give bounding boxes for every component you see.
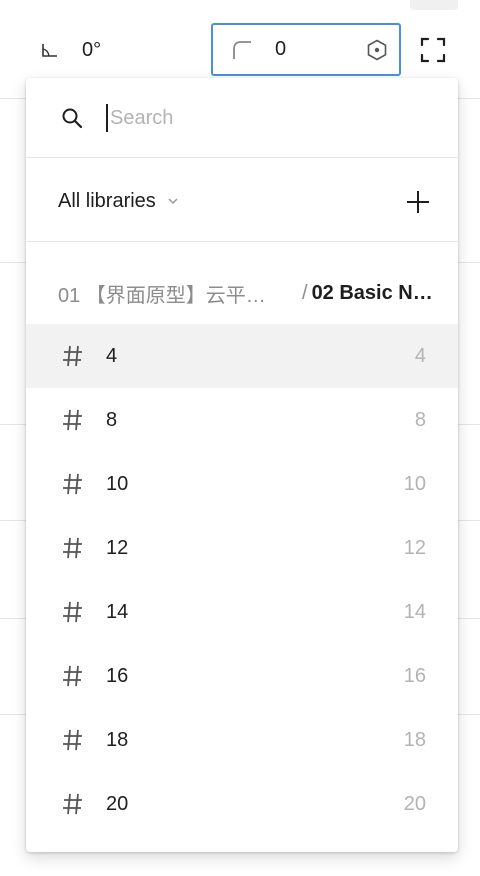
- library-select-label: All libraries: [58, 189, 156, 212]
- breadcrumb-current: 02 Basic N…: [311, 281, 433, 304]
- variable-value: 10: [403, 472, 426, 495]
- variable-item[interactable]: 18 18: [26, 708, 458, 772]
- variable-item[interactable]: 10 10: [26, 452, 458, 516]
- hash-icon: [63, 601, 82, 623]
- hash-icon: [63, 665, 82, 687]
- hash-icon: [63, 473, 82, 495]
- variable-value: 12: [403, 536, 426, 559]
- variable-item[interactable]: 20 20: [26, 772, 458, 836]
- variable-value: 14: [403, 600, 426, 623]
- corner-radius-icon: [233, 40, 251, 59]
- search-row: [26, 78, 458, 158]
- variable-name: 18: [106, 728, 129, 751]
- hash-icon: [63, 793, 82, 815]
- variable-item[interactable]: 4 4: [26, 324, 458, 388]
- variable-picker-popover: All libraries 01 【界面原型】云平… / 02 Basic N……: [26, 78, 458, 852]
- variable-value: 18: [403, 728, 426, 751]
- variable-name: 8: [106, 408, 118, 431]
- variable-name: 16: [106, 664, 129, 687]
- variable-name: 14: [106, 600, 129, 623]
- background-panel-block: [410, 0, 458, 10]
- variable-item[interactable]: 8 8: [26, 388, 458, 452]
- library-select[interactable]: All libraries: [58, 186, 180, 216]
- expand-corners-icon[interactable]: [420, 37, 446, 63]
- rotation-value: 0°: [82, 38, 102, 61]
- search-input[interactable]: [106, 104, 426, 132]
- breadcrumb-parent[interactable]: 01 【界面原型】云平…: [58, 279, 294, 308]
- library-filter-row: All libraries: [26, 158, 458, 242]
- variable-value: 20: [403, 792, 426, 815]
- hash-icon: [63, 345, 82, 367]
- corner-radius-value: 0: [275, 38, 287, 60]
- breadcrumb: 01 【界面原型】云平… / 02 Basic N…: [58, 278, 448, 308]
- variable-item[interactable]: 12 12: [26, 516, 458, 580]
- variable-item[interactable]: 16 16: [26, 644, 458, 708]
- hash-icon: [63, 409, 82, 431]
- variable-value: 8: [414, 408, 426, 431]
- corner-radius-field[interactable]: 0: [211, 23, 401, 76]
- variable-value: 16: [403, 664, 426, 687]
- variable-name: 4: [106, 344, 118, 367]
- rotation-icon: [42, 44, 57, 57]
- breadcrumb-separator: /: [302, 281, 308, 304]
- rotation-field[interactable]: 0°: [40, 34, 101, 66]
- variable-name: 10: [106, 472, 129, 495]
- variable-name: 20: [106, 792, 129, 815]
- hash-icon: [63, 537, 82, 559]
- hash-icon: [63, 729, 82, 751]
- chevron-down-icon: [168, 198, 178, 205]
- variable-item[interactable]: 14 14: [26, 580, 458, 644]
- variable-list: 4 4 8 8 10 10 12 12 14 14 16 16 18 18 20…: [26, 324, 458, 836]
- search-icon: [62, 108, 83, 129]
- variable-name: 12: [106, 536, 129, 559]
- variable-hex-icon[interactable]: [365, 38, 389, 62]
- variable-value: 4: [414, 344, 426, 367]
- plus-icon[interactable]: [404, 188, 432, 216]
